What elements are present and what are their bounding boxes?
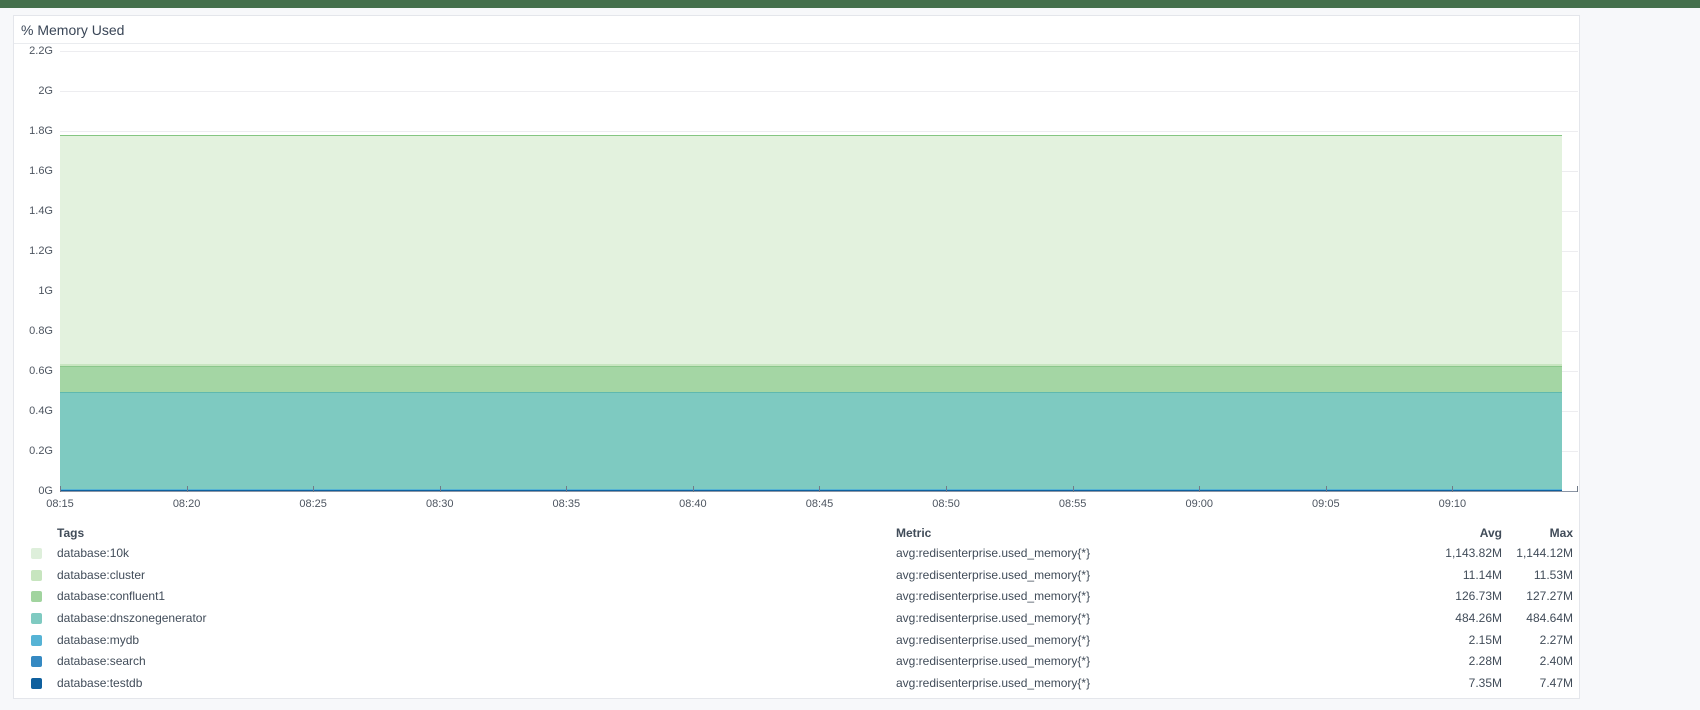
x-axis-tick bbox=[1072, 486, 1074, 492]
legend-header-row: Tags Metric Avg Max bbox=[14, 523, 1579, 543]
x-axis-label: 08:30 bbox=[425, 498, 454, 510]
x-axis-tick bbox=[946, 486, 948, 492]
legend-metric: avg:redisenterprise.used_memory{*} bbox=[896, 546, 1091, 560]
x-axis-tick bbox=[439, 486, 441, 492]
legend-tag: database:mydb bbox=[57, 632, 140, 647]
series-color-swatch[interactable] bbox=[31, 591, 42, 603]
legend-max-value: 2.27M bbox=[1539, 632, 1573, 647]
widget-header: % Memory Used bbox=[14, 16, 1579, 44]
x-axis-label: 08:35 bbox=[552, 498, 581, 510]
x-axis-label: 08:55 bbox=[1058, 498, 1087, 510]
legend-tag: database:testdb bbox=[57, 676, 143, 691]
legend-max-value: 127.27M bbox=[1526, 589, 1573, 604]
legend-max-value: 11.53M bbox=[1533, 567, 1573, 582]
legend-rows: database:10k avg:redisenterprise.used_mem… bbox=[14, 543, 1579, 695]
y-axis-label: 1.4G bbox=[29, 205, 53, 217]
legend-table: Tags Metric Avg Max database:10k avg:redi… bbox=[14, 523, 1579, 695]
legend-max-value: 484.64M bbox=[1526, 611, 1573, 626]
legend-row[interactable]: database:testdb avg:redisenterprise.used_… bbox=[14, 673, 1579, 695]
x-axis-label: 09:05 bbox=[1312, 498, 1340, 510]
x-axis-tick bbox=[1199, 486, 1201, 492]
legend-tag: database:dnszonegenerator bbox=[57, 611, 207, 626]
legend-header-metric: Metric bbox=[896, 526, 932, 540]
y-axis-label: 2G bbox=[38, 85, 53, 97]
legend-max-value: 2.40M bbox=[1539, 654, 1573, 669]
x-axis-label: 08:15 bbox=[46, 498, 74, 510]
legend-metric: avg:redisenterprise.used_memory{*} bbox=[896, 676, 1091, 691]
series-area-dnszonegenerator[interactable] bbox=[60, 391, 1562, 489]
x-axis-label: 08:50 bbox=[932, 498, 960, 510]
y-axis-label: 1.6G bbox=[29, 165, 53, 177]
series-color-swatch[interactable] bbox=[31, 548, 42, 559]
x-axis-tick bbox=[1325, 486, 1327, 492]
y-axis-label: 1.8G bbox=[29, 125, 53, 137]
memory-used-widget: % Memory Used 2.2G 2G 1.8G 1.6G 1.4G 1.2G 1G 0.… bbox=[13, 15, 1580, 699]
x-axis-label: 09:10 bbox=[1438, 498, 1467, 510]
gridline bbox=[60, 91, 1578, 92]
series-color-swatch[interactable] bbox=[31, 678, 42, 690]
legend-tag: database:10k bbox=[57, 546, 130, 560]
gridline bbox=[60, 51, 1578, 52]
legend-header-tags: Tags bbox=[57, 526, 85, 540]
x-axis-tick bbox=[692, 486, 694, 492]
legend-row[interactable]: database:dnszonegenerator avg:redisenterp… bbox=[14, 608, 1579, 630]
x-axis-tick bbox=[566, 486, 568, 492]
y-axis-label: 0.4G bbox=[29, 405, 53, 417]
legend-row[interactable]: database:10k avg:redisenterprise.used_mem… bbox=[14, 543, 1579, 565]
y-axis-label: 1G bbox=[38, 285, 53, 297]
series-area-10k[interactable] bbox=[60, 135, 1562, 365]
y-axis-label: 2.2G bbox=[29, 45, 53, 57]
x-axis-label: 09:00 bbox=[1185, 498, 1213, 510]
x-axis-label: 08:45 bbox=[805, 498, 834, 510]
top-accent-bar bbox=[0, 0, 1700, 8]
legend-metric: avg:redisenterprise.used_memory{*} bbox=[896, 567, 1091, 582]
y-axis-label: 0.2G bbox=[29, 445, 53, 457]
legend-metric: avg:redisenterprise.used_memory{*} bbox=[896, 611, 1091, 626]
x-axis-label: 08:20 bbox=[172, 498, 201, 510]
x-axis-label: 08:40 bbox=[679, 498, 707, 510]
legend-metric: avg:redisenterprise.used_memory{*} bbox=[896, 654, 1091, 669]
x-axis-end-tick bbox=[1577, 486, 1578, 492]
legend-row[interactable]: database:mydb avg:redisenterprise.used_me… bbox=[14, 630, 1579, 652]
widget-title: % Memory Used bbox=[21, 22, 125, 38]
y-axis: 2.2G 2G 1.8G 1.6G 1.4G 1.2G 1G 0.8G 0.6G 0.4G 0.2G… bbox=[14, 45, 56, 497]
y-axis-label: 1.2G bbox=[29, 245, 53, 257]
legend-metric: avg:redisenterprise.used_memory{*} bbox=[896, 589, 1091, 604]
legend-max-value: 1,144.12M bbox=[1516, 546, 1573, 560]
legend-tag: database:search bbox=[57, 654, 146, 669]
legend-metric: avg:redisenterprise.used_memory{*} bbox=[896, 632, 1091, 647]
legend-row[interactable]: database:confluent1 avg:redisenterprise.u… bbox=[14, 586, 1579, 608]
legend-tag: database:confluent1 bbox=[57, 589, 166, 604]
y-axis-label: 0.6G bbox=[29, 365, 53, 377]
x-axis-tick bbox=[60, 486, 61, 492]
legend-row[interactable]: database:search avg:redisenterprise.used_… bbox=[14, 651, 1579, 673]
plot-area[interactable] bbox=[60, 46, 1578, 492]
legend-max-value: 7.47M bbox=[1539, 676, 1573, 691]
gridline bbox=[60, 131, 1578, 132]
series-color-swatch[interactable] bbox=[31, 613, 42, 625]
x-axis-label: 08:25 bbox=[299, 498, 327, 510]
x-axis-tick bbox=[1452, 486, 1454, 492]
series-area-confluent1[interactable] bbox=[60, 366, 1562, 392]
x-axis-tick bbox=[819, 486, 821, 492]
x-axis: 08:15 08:20 08:25 08:30 08:35 08:40 08:45 08:50… bbox=[46, 497, 1578, 511]
x-axis-tick bbox=[186, 486, 188, 492]
series-color-swatch[interactable] bbox=[31, 569, 42, 581]
legend-header-max: Max bbox=[1549, 526, 1573, 540]
series-color-swatch[interactable] bbox=[31, 634, 42, 646]
y-axis-label: 0.8G bbox=[29, 325, 53, 337]
x-axis-tick bbox=[313, 486, 315, 492]
series-area-cluster[interactable] bbox=[60, 364, 1562, 367]
legend-row[interactable]: database:cluster avg:redisenterprise.used… bbox=[14, 565, 1579, 587]
series-color-swatch[interactable] bbox=[31, 656, 42, 668]
legend-tag: database:cluster bbox=[57, 567, 146, 582]
